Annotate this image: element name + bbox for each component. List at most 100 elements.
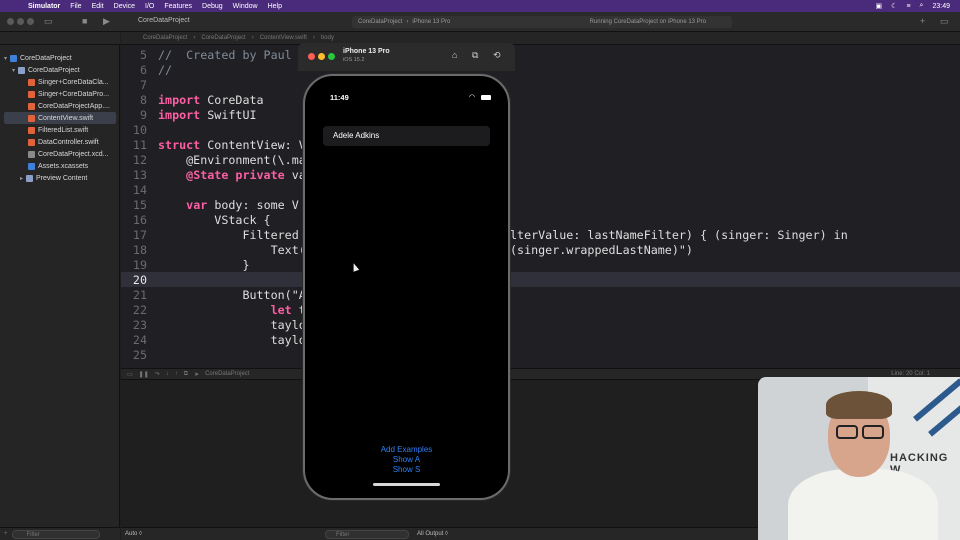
swift-file-icon <box>28 78 35 86</box>
sidebar-toggle-icon[interactable]: ▭ <box>44 16 53 27</box>
nav-item-label: Preview Content <box>36 174 88 182</box>
debug-target[interactable]: CoreDataProject <box>205 371 249 377</box>
code-line: 6// <box>139 62 173 77</box>
nav-item-file[interactable]: Singer+CoreDataCla... <box>0 76 116 88</box>
output-select[interactable]: All Output ◊ <box>417 531 448 537</box>
chevron-right-icon: › <box>406 19 409 25</box>
code-line: 8 import CoreData <box>139 92 264 107</box>
nav-item-file[interactable]: CoreDataProjectApp.... <box>0 100 116 112</box>
console-filter-input[interactable]: Filter <box>325 529 409 539</box>
nav-item-label: Singer+CoreDataPro... <box>38 90 110 98</box>
code-line: 11 struct ContentView: V <box>132 137 306 152</box>
breadcrumb-group[interactable]: CoreDataProject <box>201 35 245 41</box>
minimize-window-button[interactable] <box>17 18 24 25</box>
stop-icon[interactable]: ■ <box>82 16 87 26</box>
menu-features[interactable]: Features <box>164 3 192 10</box>
nav-item-group[interactable]: ▾ CoreDataProject <box>0 64 116 76</box>
zoom-window-button[interactable] <box>27 18 34 25</box>
menu-edit[interactable]: Edit <box>92 3 104 10</box>
moon-icon[interactable]: ☾ <box>891 2 897 10</box>
code-line: 19 } <box>132 257 250 272</box>
step-over-icon[interactable]: ↷ <box>155 371 160 378</box>
view-hierarchy-icon[interactable]: ⧉ <box>184 371 188 378</box>
project-icon <box>10 54 17 62</box>
nav-item-label: Singer+CoreDataCla... <box>38 78 109 86</box>
menu-debug[interactable]: Debug <box>202 3 223 10</box>
home-icon[interactable]: ⌂ <box>452 50 457 60</box>
code-line: 10 <box>132 122 147 137</box>
nav-item-file[interactable]: Singer+CoreDataPro... <box>0 88 116 100</box>
navigator-tabs <box>0 32 120 45</box>
nav-item-group[interactable]: ▸ Preview Content <box>0 172 116 184</box>
glasses-icon <box>836 425 858 439</box>
step-out-icon[interactable]: ↑ <box>175 371 178 377</box>
nav-item-label: Assets.xcassets <box>38 162 89 170</box>
screenshot-icon[interactable]: ⧉ <box>472 50 478 61</box>
assets-icon <box>28 162 35 170</box>
add-file-icon[interactable]: + <box>4 531 8 537</box>
activity-status: Running CoreDataProject on iPhone 13 Pro <box>589 19 706 25</box>
breadcrumb-file[interactable]: ContentView.swift <box>260 35 307 41</box>
menu-window[interactable]: Window <box>233 3 258 10</box>
menu-io[interactable]: I/O <box>145 3 154 10</box>
nav-item-file-selected[interactable]: ContentView.swift <box>4 112 116 124</box>
menu-device[interactable]: Device <box>114 3 135 10</box>
breadcrumb-project[interactable]: CoreDataProject <box>143 35 187 41</box>
code-line: 21 Button("A <box>132 287 306 302</box>
nav-item-project[interactable]: ▾ CoreDataProject <box>0 52 116 64</box>
show-a-button[interactable]: Show A <box>305 455 508 464</box>
nav-item-file[interactable]: DataController.swift <box>0 136 116 148</box>
menu-bar: Simulator File Edit Device I/O Features … <box>0 0 960 12</box>
sim-zoom-button[interactable] <box>328 53 335 60</box>
swift-file-icon <box>28 102 35 110</box>
menu-file[interactable]: File <box>70 3 81 10</box>
variables-scope-select[interactable]: Auto ◊ <box>125 531 142 537</box>
nav-item-file[interactable]: Assets.xcassets <box>0 160 116 172</box>
show-s-button[interactable]: Show S <box>305 465 508 474</box>
run-icon[interactable]: ▶ <box>103 16 110 27</box>
pause-icon[interactable]: ❚❚ <box>139 371 149 378</box>
sim-close-button[interactable] <box>308 53 315 60</box>
scheme-selector[interactable]: CoreDataProject › iPhone 13 Pro Running … <box>352 16 732 28</box>
folder-icon <box>18 66 25 74</box>
datamodel-icon <box>28 150 35 158</box>
rotate-icon[interactable]: ⟲ <box>493 50 501 61</box>
nav-item-label: CoreDataProject <box>28 66 80 74</box>
swift-file-icon <box>28 114 35 122</box>
step-into-icon[interactable]: ↓ <box>166 371 169 377</box>
location-icon[interactable]: ➤ <box>194 371 199 378</box>
xcode-toolbar: ▭ ■ ▶ CoreDataProject CoreDataProject › … <box>0 12 960 32</box>
scheme-name[interactable]: CoreDataProject <box>358 19 402 25</box>
sim-minimize-button[interactable] <box>318 53 325 60</box>
add-examples-button[interactable]: Add Examples <box>305 445 508 454</box>
wifi-icon: ◠ <box>469 94 476 101</box>
close-window-button[interactable] <box>7 18 14 25</box>
destination-device[interactable]: iPhone 13 Pro <box>412 19 450 25</box>
webcam-overlay: HACKING W <box>758 377 960 540</box>
nav-item-file[interactable]: CoreDataProject.xcd... <box>0 148 116 160</box>
iphone-screen: 11:49 ◠ Adele Adkins Add Examples Show A… <box>303 74 510 500</box>
swift-file-icon <box>28 90 35 98</box>
simulator-device-name: iPhone 13 Pro <box>343 48 390 55</box>
menu-help[interactable]: Help <box>268 3 282 10</box>
home-indicator[interactable] <box>373 483 440 486</box>
search-icon[interactable]: ⌕ <box>920 2 924 10</box>
breadcrumb-symbol[interactable]: body <box>321 35 334 41</box>
menu-clock: 23:49 <box>932 2 950 10</box>
screen-record-icon[interactable]: ▣ <box>876 2 883 10</box>
code-editor[interactable]: 5// Created by Paul 6// 7 8 import CoreDa… <box>121 45 960 368</box>
inspector-toggle-icon[interactable]: ▭ <box>940 16 949 27</box>
code-line: 24 taylo <box>132 332 306 347</box>
project-navigator: ▾ CoreDataProject ▾ CoreDataProject Sing… <box>0 45 120 527</box>
navigator-filter-input[interactable]: Filter <box>11 529 100 539</box>
menu-app-name[interactable]: Simulator <box>28 3 60 10</box>
navigator-filter-bar: + Filter <box>0 527 120 540</box>
control-center-icon[interactable]: ≡ <box>906 3 910 10</box>
add-icon[interactable]: + <box>920 16 925 26</box>
list-item[interactable]: Adele Adkins <box>323 126 490 146</box>
code-line: 25 <box>132 347 147 362</box>
hide-debug-area-icon[interactable]: ▭ <box>127 371 133 378</box>
presenter-shirt <box>788 469 938 540</box>
nav-item-file[interactable]: FilteredList.swift <box>0 124 116 136</box>
code-line: 7 <box>139 77 147 92</box>
